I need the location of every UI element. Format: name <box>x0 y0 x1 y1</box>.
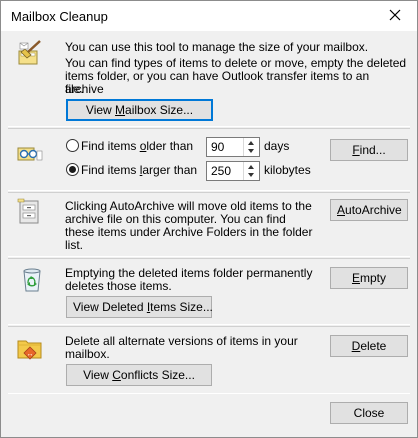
delete-button[interactable]: Delete <box>330 335 408 357</box>
title-bar: Mailbox Cleanup <box>1 1 417 31</box>
larger-than-input[interactable] <box>207 162 243 180</box>
recycle-bin-icon <box>23 268 41 292</box>
larger-than-stepper[interactable] <box>206 161 260 181</box>
find-section: Find items older than days Find items la… <box>8 128 410 191</box>
older-than-label-post: lder than <box>146 139 194 153</box>
view-deleted-items-size-button[interactable]: View Deleted Items Size... <box>66 296 213 318</box>
mailbox-cleanup-icon <box>18 40 41 65</box>
view-conflicts-accesskey: C <box>112 368 121 382</box>
older-than-down-icon[interactable] <box>244 147 259 156</box>
autoarchive-button[interactable]: AutoArchive <box>330 199 408 221</box>
older-than-spin <box>243 138 259 156</box>
autoarchive-section: Clicking AutoArchive will move old items… <box>8 192 410 257</box>
older-than-input[interactable] <box>207 138 243 156</box>
deleted-items-section: Emptying the deleted items folder perman… <box>8 258 410 325</box>
empty-button[interactable]: Empty <box>330 267 408 289</box>
intro-text-2b: items folder, or you can have Outlook tr… <box>65 69 370 96</box>
window-title: Mailbox Cleanup <box>11 9 108 24</box>
view-mailbox-size-accesskey: M <box>115 103 126 117</box>
view-mailbox-size-label-post: ailbox Size... <box>125 103 194 117</box>
older-than-up-icon[interactable] <box>244 138 259 147</box>
deleted-text-2: deletes those items. <box>65 279 172 293</box>
conflicts-section: ↔ Delete all alternate versions of items… <box>8 326 410 394</box>
view-conflicts-label-post: onflicts Size... <box>120 368 195 382</box>
larger-than-label-pre: Find items <box>81 163 140 177</box>
larger-than-up-icon[interactable] <box>244 162 259 171</box>
larger-than-label-post: arger than <box>142 163 198 177</box>
view-mailbox-size-label-pre: View <box>85 103 116 117</box>
view-conflicts-size-button[interactable]: View Conflicts Size... <box>66 364 212 386</box>
find-button[interactable]: Find... <box>330 139 408 161</box>
older-than-unit: days <box>264 139 290 153</box>
empty-label-post: mpty <box>360 271 387 285</box>
conflicts-text-2: mailbox. <box>65 347 110 361</box>
autoarchive-label-post: utoArchive <box>345 203 402 217</box>
delete-label-post: elete <box>360 339 387 353</box>
autoarchive-icon <box>17 198 39 224</box>
intro-section: You can use this tool to manage the size… <box>8 32 410 127</box>
empty-accesskey: E <box>351 271 360 285</box>
older-than-radio[interactable] <box>66 139 79 152</box>
larger-than-radio[interactable] <box>66 163 79 176</box>
autoarchive-text-4: list. <box>65 238 83 252</box>
autoarchive-accesskey: A <box>337 203 346 217</box>
older-than-label: Find items older than <box>81 140 193 153</box>
larger-than-unit: kilobytes <box>264 163 311 177</box>
view-deleted-label-post: tems Size... <box>150 300 213 314</box>
find-items-icon <box>17 147 43 161</box>
delete-accesskey: D <box>351 339 361 353</box>
svg-text:↔: ↔ <box>27 351 34 358</box>
view-deleted-label-pre: View Deleted <box>73 300 147 314</box>
older-than-label-pre: Find items <box>81 139 140 153</box>
older-than-stepper[interactable] <box>206 137 260 157</box>
larger-than-spin <box>243 162 259 180</box>
view-conflicts-label-pre: View <box>83 368 113 382</box>
intro-text-2c: file. <box>65 82 84 96</box>
mailbox-cleanup-dialog: Mailbox Cleanup You can use this tool to… <box>0 0 418 438</box>
autoarchive-text-3: these items under Archive Folders in the… <box>65 225 313 239</box>
larger-than-down-icon[interactable] <box>244 171 259 180</box>
conflicts-folder-icon: ↔ <box>17 340 42 360</box>
close-button[interactable]: Close <box>330 402 408 424</box>
close-icon[interactable] <box>387 7 403 23</box>
find-accesskey: F <box>352 143 360 157</box>
intro-text-1: You can use this tool to manage the size… <box>65 40 369 54</box>
view-mailbox-size-button[interactable]: View Mailbox Size... <box>66 99 213 121</box>
larger-than-label: Find items larger than <box>81 164 197 177</box>
find-label-post: ind... <box>359 143 386 157</box>
